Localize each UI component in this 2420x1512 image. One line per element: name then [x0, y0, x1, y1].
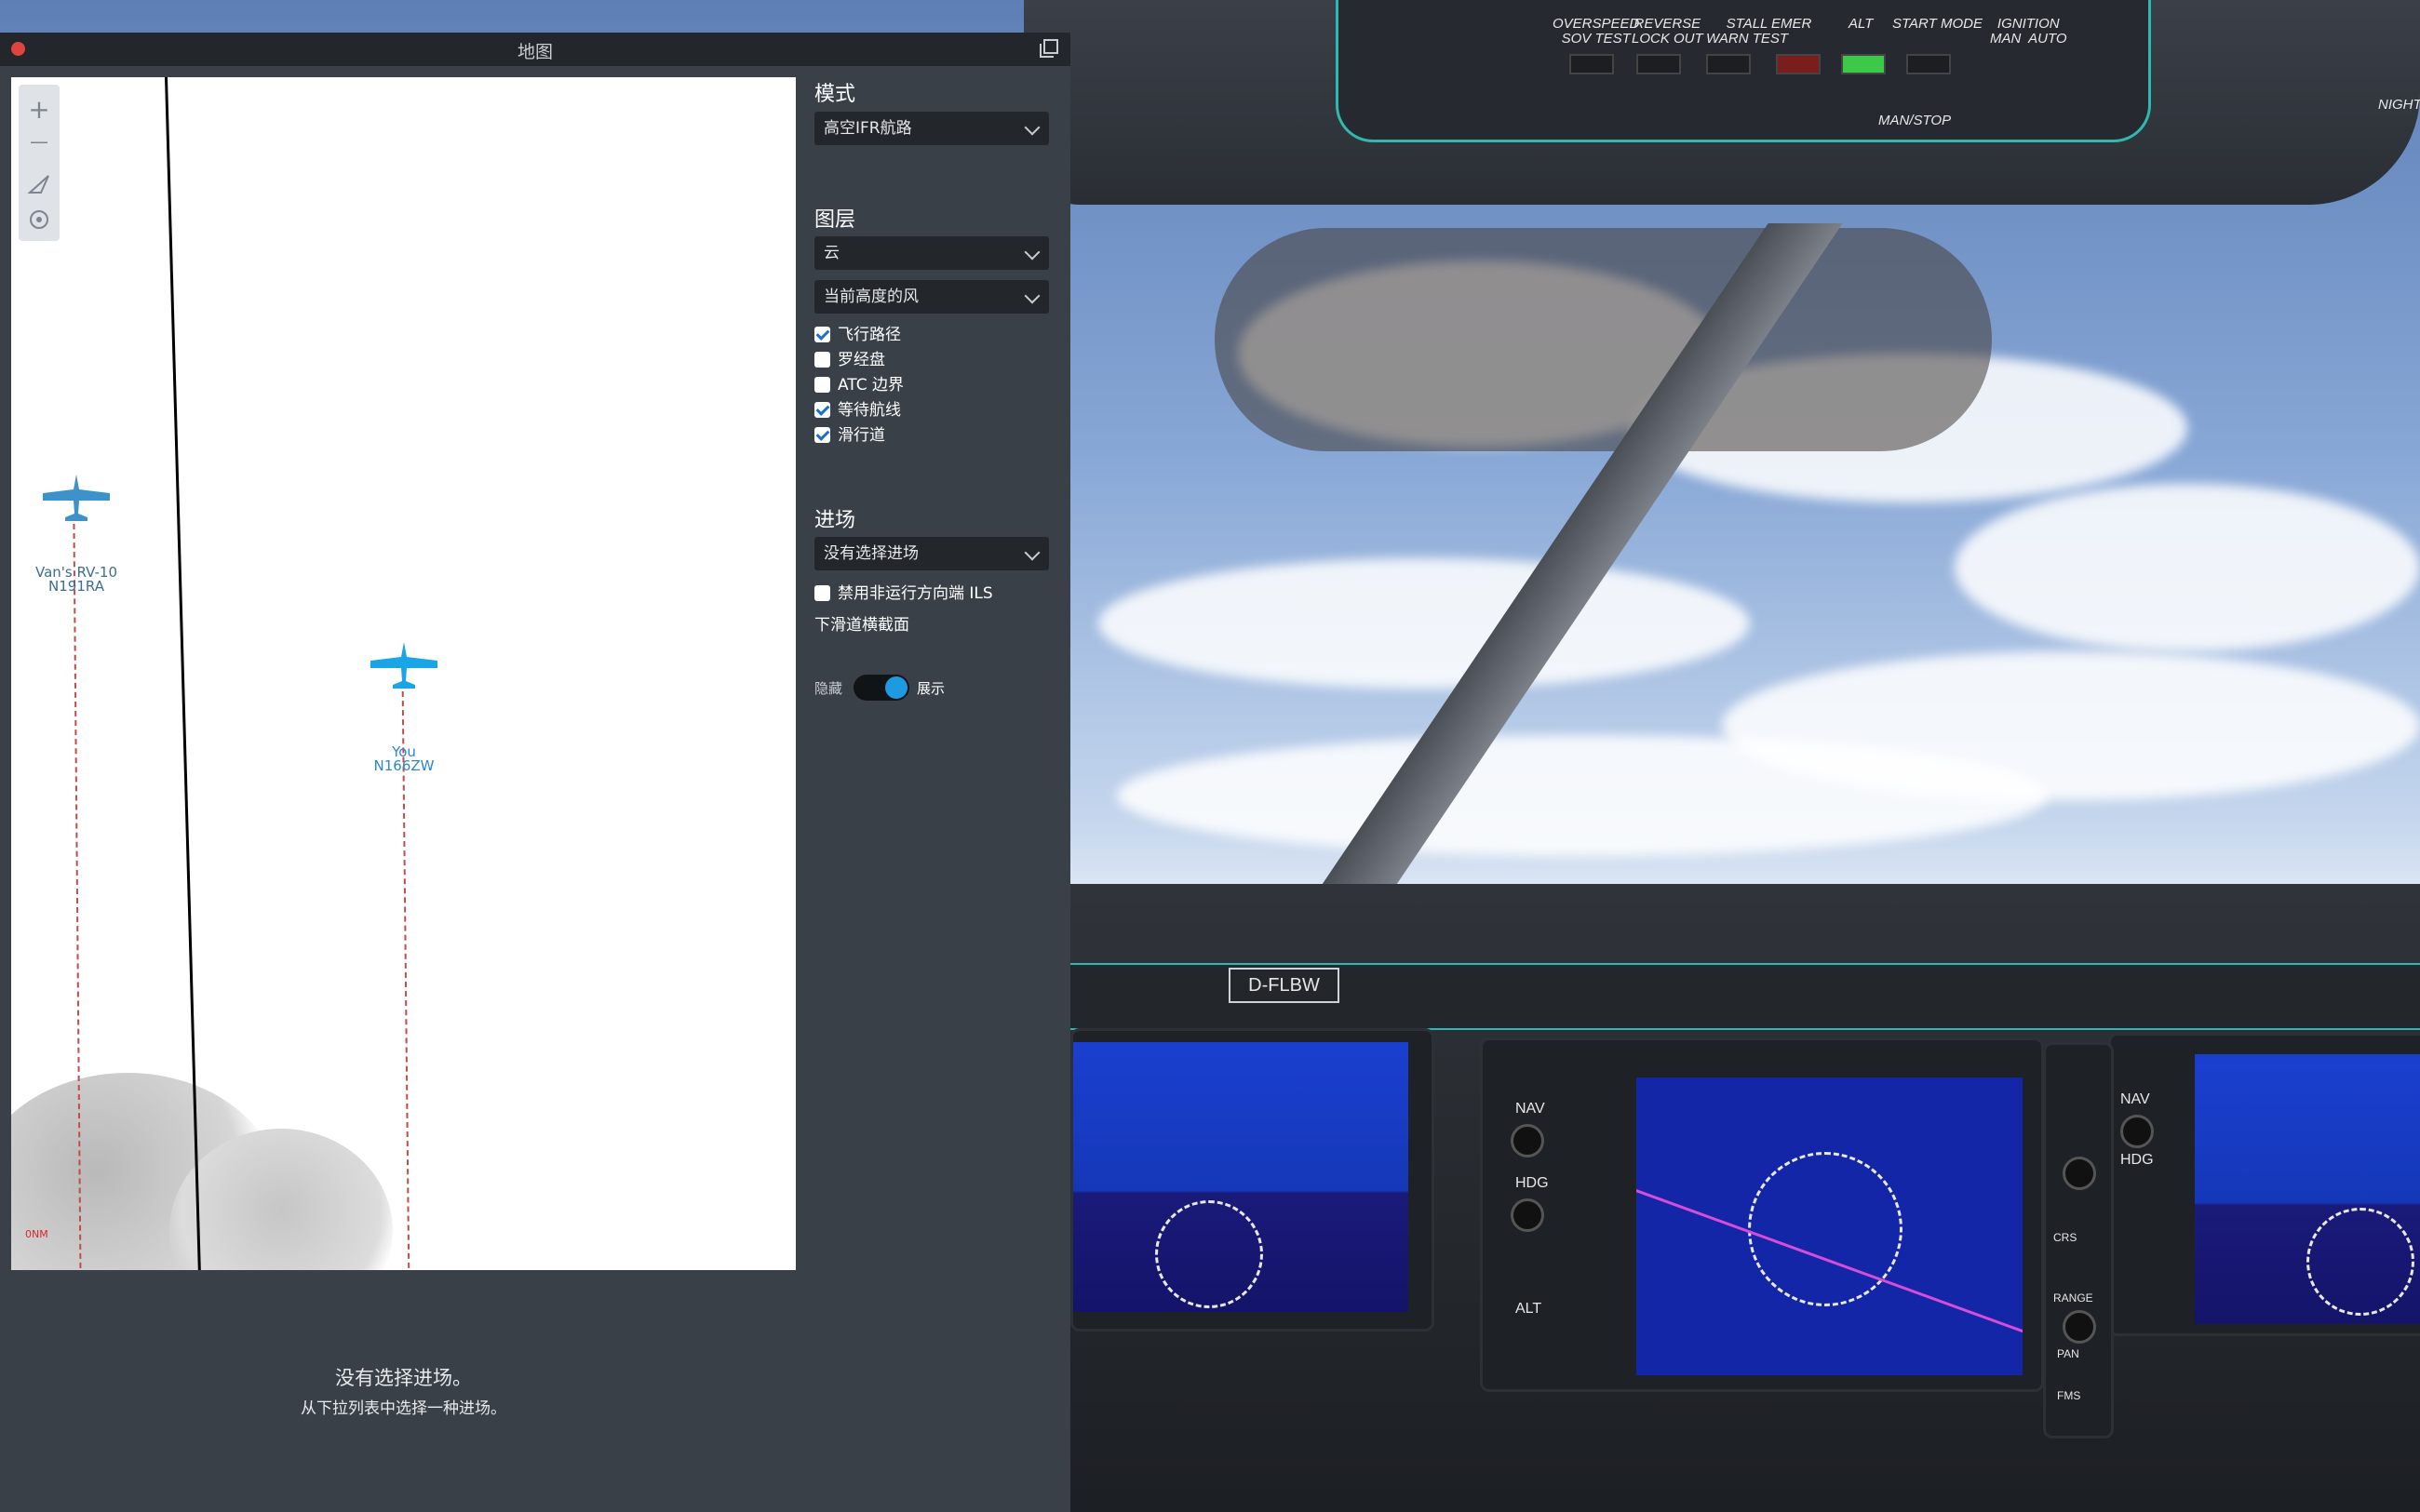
pfd-right-screen [2195, 1054, 2420, 1324]
approach-title: 进场 [814, 509, 856, 532]
toggle-knob [885, 676, 908, 699]
checkbox-label: 滑行道 [838, 426, 885, 445]
ignition-panel: OVERSPEED SOV TEST REVERSE LOCK OUT STAL… [1336, 0, 2151, 142]
zoom-out-button[interactable]: — [25, 127, 53, 155]
zoom-in-button[interactable]: + [25, 96, 53, 124]
checkbox[interactable] [814, 585, 830, 601]
chevron-down-icon [1024, 544, 1041, 561]
annunciator-lamp [1906, 54, 1951, 74]
checkbox-label: 禁用非运行方向端 ILS [838, 584, 993, 603]
pfd-right-bezel: NAV HDG [2108, 1033, 2420, 1336]
checkbox-label: 罗经盘 [838, 351, 885, 369]
overhead-label: REVERSE LOCK OUT [1632, 16, 1703, 47]
cloud [1098, 558, 1750, 689]
overhead-label: NIGHT [2378, 97, 2420, 113]
checkbox-label: ATC 边界 [838, 376, 904, 395]
layer-dropdown-winds[interactable]: 当前高度的风 [814, 280, 1049, 314]
checkbox[interactable] [814, 377, 830, 393]
emer-lamp [1776, 54, 1821, 74]
map-toolbar: + — [19, 85, 60, 241]
nav-knob[interactable] [1511, 1124, 1544, 1157]
mode-title: 模式 [814, 83, 856, 106]
popout-icon[interactable] [1039, 38, 1059, 59]
aircraft-registration: N191RA [48, 578, 104, 595]
checkbox[interactable] [814, 352, 830, 368]
crs-knob[interactable] [2063, 1157, 2096, 1190]
chevron-down-icon [1024, 244, 1041, 261]
layer-dropdown-value: 当前高度的风 [824, 288, 919, 306]
overhead-label: OVERSPEED SOV TEST [1553, 16, 1640, 47]
layer-dropdown-value: 云 [824, 244, 840, 262]
center-on-aircraft-icon[interactable] [25, 206, 53, 234]
nav-knob-label: NAV [1515, 1101, 1545, 1117]
chevron-down-icon [1024, 288, 1041, 304]
glide-slope-title: 下滑道横截面 [814, 616, 909, 635]
checkbox[interactable] [814, 402, 830, 418]
overhead-label: MAN/STOP [1878, 113, 1952, 128]
annunciator-lamp [1706, 54, 1751, 74]
cloud [1117, 735, 2048, 856]
range-label: RANGE [2053, 1291, 2093, 1305]
empty-title: 没有选择进场。 [335, 1367, 472, 1389]
alt-lamp [1841, 54, 1886, 74]
toggle-off-label: 隐藏 [814, 680, 843, 697]
overhead-label: ALT [1849, 16, 1874, 32]
hdg-knob-label: HDG [2120, 1152, 2154, 1168]
route-line [401, 691, 410, 1270]
nav-knob[interactable] [2120, 1115, 2154, 1148]
mode-dropdown-value: 高空IFR航路 [824, 119, 912, 138]
nav-knob-label: NAV [2120, 1091, 2150, 1107]
hsi-compass [1155, 1200, 1263, 1308]
annunciator-lamp [1569, 54, 1614, 74]
aircraft-icon[interactable] [39, 473, 114, 525]
overhead-label: EMER [1771, 16, 1812, 32]
mfd-screen [1636, 1077, 2023, 1375]
layers-title: 图层 [814, 208, 856, 232]
map-window: 地图 Van's RV-10 N191RA You N166ZW 0NM + —… [0, 33, 1070, 1512]
mfd-bezel: NAV HDG ALT [1480, 1037, 2044, 1392]
hsi-compass [2306, 1208, 2414, 1316]
range-knob[interactable] [2063, 1310, 2096, 1344]
fms-label: FMS [2057, 1389, 2081, 1402]
own-aircraft-label: You N166ZW [339, 745, 469, 773]
empty-hint: 从下拉列表中选择一种进场。 [301, 1399, 506, 1418]
annunciator-lamp [1636, 54, 1681, 74]
hdg-knob[interactable] [1511, 1198, 1544, 1232]
alt-knob-label: ALT [1515, 1301, 1542, 1317]
tail-number-placard: D-FLBW [1229, 968, 1339, 1003]
mode-dropdown[interactable]: 高空IFR航路 [814, 112, 1049, 145]
layer-dropdown-clouds[interactable]: 云 [814, 236, 1049, 270]
pfd-left-bezel [1070, 1028, 1434, 1331]
sun-visor [1215, 228, 1992, 451]
checkbox[interactable] [814, 427, 830, 443]
cloud [1955, 484, 2420, 651]
empty-approach-message: 没有选择进场。 从下拉列表中选择一种进场。 [11, 1363, 796, 1418]
pfd-left-screen [1073, 1042, 1408, 1312]
approach-dropdown[interactable]: 没有选择进场 [814, 537, 1049, 570]
checkbox-label: 飞行路径 [838, 326, 901, 344]
hdg-knob-label: HDG [1515, 1175, 1549, 1191]
knob-column: CRS RANGE PAN FMS [2043, 1042, 2114, 1438]
measure-icon[interactable] [25, 170, 53, 198]
aircraft-label: Van's RV-10 N191RA [11, 566, 141, 594]
crs-label: CRS [2053, 1231, 2077, 1244]
map-compass-rose [1748, 1152, 1902, 1306]
toggle-on-label: 展示 [917, 680, 946, 697]
approach-dropdown-value: 没有选择进场 [824, 544, 919, 563]
checkbox-label: 等待航线 [838, 401, 901, 420]
own-aircraft-icon[interactable] [367, 640, 441, 692]
window-titlebar[interactable]: 地图 [0, 33, 1070, 66]
scale-mark: 0NM [25, 1228, 48, 1240]
map-canvas[interactable]: Van's RV-10 N191RA You N166ZW 0NM + — [11, 77, 796, 1270]
pan-label: PAN [2057, 1347, 2079, 1360]
window-title: 地图 [517, 42, 553, 62]
overhead-label: START MODE [1892, 16, 1983, 32]
glide-slope-toggle[interactable] [854, 675, 909, 701]
aircraft-registration: N166ZW [373, 757, 435, 774]
chevron-down-icon [1024, 119, 1041, 136]
checkbox[interactable] [814, 327, 830, 342]
overhead-label: IGNITION MAN AUTO [1990, 16, 2067, 47]
